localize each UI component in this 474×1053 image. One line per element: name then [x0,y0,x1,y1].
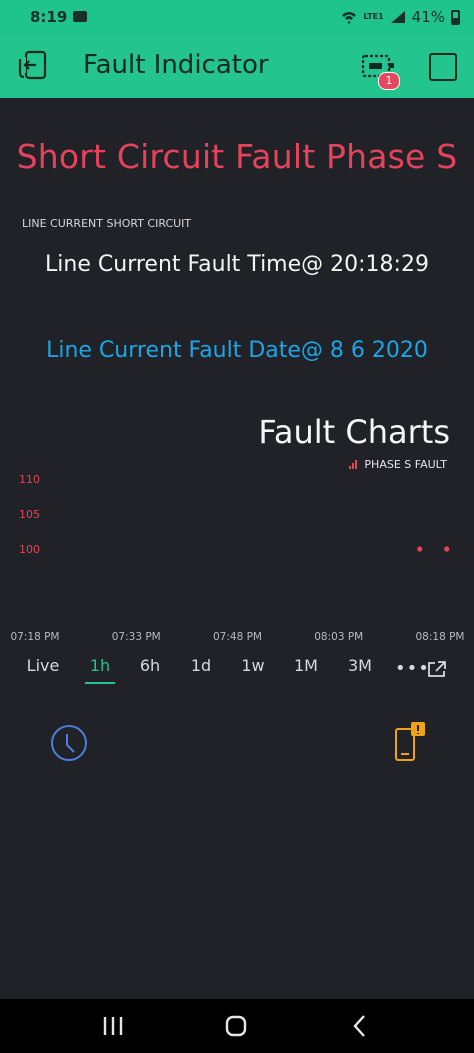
data-point [417,546,423,552]
expand-icon[interactable] [427,660,447,678]
x-tick-label: 08:18 PM [416,631,465,643]
range-6h[interactable]: 6h [125,656,175,675]
page-title: Fault Indicator [83,50,269,80]
app-bar: Fault Indicator 1 [0,34,474,98]
square-icon[interactable] [429,53,457,81]
y-tick-label: 105 [19,508,40,521]
home-icon[interactable] [221,1011,251,1041]
range-1w[interactable]: 1w [228,656,278,675]
active-range-underline [85,682,115,684]
back-icon[interactable] [17,49,49,83]
range-1d[interactable]: 1d [176,656,226,675]
range-3m[interactable]: 3M [335,656,385,675]
network-label: LTE1 [363,12,384,21]
range-live[interactable]: Live [18,656,68,675]
message-icon [73,11,87,22]
status-bar: 8:19 LTE1 41% [0,0,474,34]
chart-title: Fault Charts [258,413,450,451]
back-nav-icon[interactable] [345,1011,375,1041]
clock-icon[interactable] [49,723,89,763]
time-range-selector: ••• Live 1h 6h 1d 1w 1M 3M [0,656,474,686]
notification-badge: 1 [378,72,400,90]
wifi-icon [342,12,357,24]
battery-icon [451,9,460,25]
fault-title: Short Circuit Fault Phase S [16,137,458,176]
status-time: 8:19 [30,8,68,26]
x-tick-label: 07:18 PM [11,631,60,643]
data-point [444,546,450,552]
recent-apps-icon[interactable] [98,1011,128,1041]
fault-time: Line Current Fault Time@ 20:18:29 [45,252,429,277]
y-tick-label: 110 [19,473,40,486]
range-1m[interactable]: 1M [281,656,331,675]
phone-alert-icon[interactable] [392,722,428,764]
system-nav-bar [0,999,474,1053]
range-1h[interactable]: 1h [75,656,125,675]
x-tick-label: 08:03 PM [314,631,363,643]
x-tick-label: 07:48 PM [213,631,262,643]
fault-date: Line Current Fault Date@ 8 6 2020 [46,338,428,363]
battery-percent: 41% [411,8,445,26]
x-tick-label: 07:33 PM [112,631,161,643]
fault-label: LINE CURRENT SHORT CIRCUIT [22,217,192,230]
y-tick-label: 100 [19,543,40,556]
more-options-icon[interactable]: ••• [395,658,430,679]
cell-signal-icon [390,11,405,23]
fault-chart[interactable]: 110 105 100 07:18 PM 07:33 PM 07:48 PM 08:03 P… [0,460,474,650]
status-right: LTE1 41% [341,8,460,26]
